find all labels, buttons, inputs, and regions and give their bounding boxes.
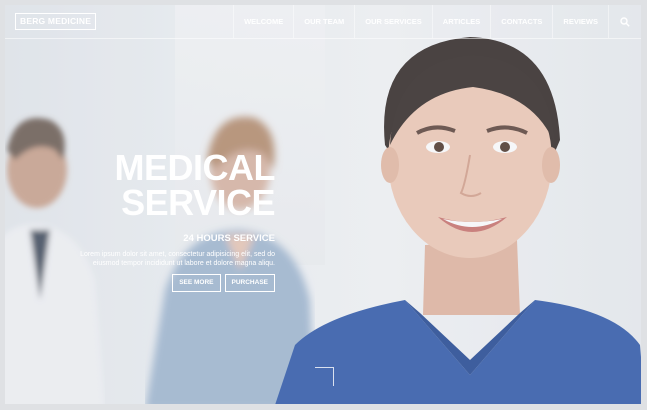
nav-item-articles[interactable]: ARTICLES	[431, 5, 491, 38]
hero-description: Lorem ipsum dolor sit amet, consectetur …	[55, 250, 275, 268]
see-more-button[interactable]: SEE MORE	[172, 274, 221, 292]
main-menu: WELCOME OUR TEAM OUR SERVICES ARTICLES C…	[233, 5, 641, 38]
search-icon	[620, 16, 630, 27]
decorative-corner	[315, 367, 334, 386]
hero-buttons: SEE MORE PURCHASE	[55, 274, 275, 292]
site-logo[interactable]: BERG MEDICINE	[15, 13, 97, 30]
hero-slide: BERG MEDICINE WELCOME OUR TEAM OUR SERVI…	[5, 5, 641, 404]
hero-description-line-2: eiusmod tempor incididunt ut labore et d…	[92, 260, 275, 267]
nav-item-reviews[interactable]: REVIEWS	[552, 5, 608, 38]
nav-item-welcome[interactable]: WELCOME	[233, 5, 293, 38]
hero-title-line-2: SERVICE	[121, 182, 275, 223]
nav-item-our-team[interactable]: OUR TEAM	[293, 5, 354, 38]
purchase-button[interactable]: PURCHASE	[224, 274, 275, 292]
top-navigation: BERG MEDICINE WELCOME OUR TEAM OUR SERVI…	[5, 5, 641, 39]
nav-item-contacts[interactable]: CONTACTS	[490, 5, 552, 38]
hero-description-line-1: Lorem ipsum dolor sit amet, consectetur …	[80, 251, 275, 258]
search-button[interactable]	[608, 5, 641, 38]
hero-content: MEDICAL SERVICE 24 HOURS SERVICE Lorem i…	[55, 147, 276, 292]
hero-title-line-1: MEDICAL	[114, 147, 276, 188]
hero-subtitle: 24 HOURS SERVICE	[183, 233, 275, 244]
nav-item-our-services[interactable]: OUR SERVICES	[354, 5, 432, 38]
